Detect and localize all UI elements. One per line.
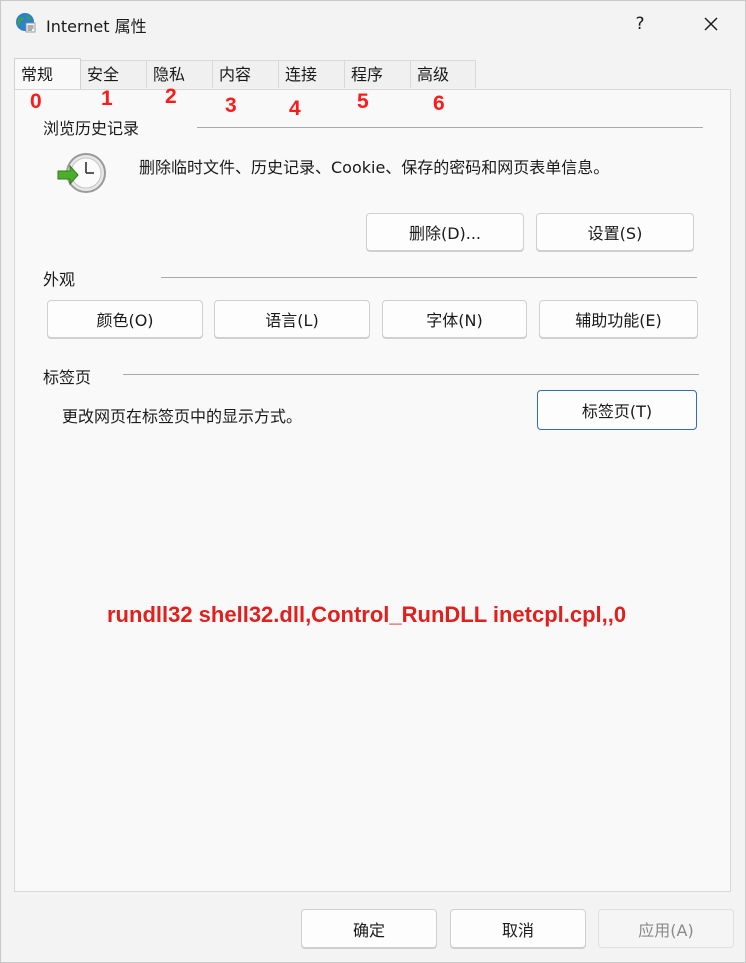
general-tab-panel: 0 1 2 3 4 5 6 浏览历史记录 删除临时文件、历史记录、Cookie、… — [14, 85, 731, 892]
appearance-heading: 外观 — [43, 270, 76, 289]
browsing-history-description: 删除临时文件、历史记录、Cookie、保存的密码和网页表单信息。 — [139, 158, 610, 177]
colors-button[interactable]: 颜色(O) — [47, 300, 203, 338]
tab-programs[interactable]: 程序 — [344, 60, 411, 88]
tab-number-annotation: 0 — [30, 90, 42, 113]
tab-number-annotation: 1 — [101, 87, 113, 110]
tabs-heading: 标签页 — [43, 368, 92, 387]
browsing-history-heading: 浏览历史记录 — [43, 119, 140, 138]
tab-connections[interactable]: 连接 — [278, 60, 345, 88]
tabs-settings-button[interactable]: 标签页(T) — [537, 390, 697, 430]
window-title: Internet 属性 — [46, 17, 147, 36]
tabs-description: 更改网页在标签页中的显示方式。 — [62, 407, 303, 426]
close-button[interactable] — [693, 9, 729, 39]
tab-number-annotation: 5 — [357, 90, 369, 113]
tab-number-annotation: 6 — [433, 92, 445, 115]
internet-globe-icon — [16, 13, 36, 33]
tab-privacy[interactable]: 隐私 — [146, 60, 213, 88]
internet-properties-window: Internet 属性 ? 常规 安全 隐私 内容 连接 程序 高级 0 1 2… — [0, 0, 746, 963]
tab-advanced[interactable]: 高级 — [410, 60, 476, 88]
fonts-button[interactable]: 字体(N) — [382, 300, 527, 338]
apply-button[interactable]: 应用(A) — [598, 909, 734, 948]
group-divider — [161, 277, 697, 278]
tab-strip: 常规 安全 隐私 内容 连接 程序 高级 — [14, 58, 734, 90]
group-divider — [123, 374, 699, 375]
ok-button[interactable]: 确定 — [301, 909, 437, 948]
tab-content[interactable]: 内容 — [212, 60, 279, 88]
tab-number-annotation: 3 — [225, 94, 237, 117]
tab-security[interactable]: 安全 — [80, 60, 147, 88]
history-clock-icon — [57, 153, 106, 193]
command-annotation: rundll32 shell32.dll,Control_RunDLL inet… — [107, 602, 627, 627]
tab-general[interactable]: 常规 — [14, 58, 81, 89]
languages-button[interactable]: 语言(L) — [214, 300, 370, 338]
settings-button[interactable]: 设置(S) — [536, 213, 694, 251]
accessibility-button[interactable]: 辅助功能(E) — [539, 300, 698, 338]
help-button[interactable]: ? — [622, 9, 658, 39]
title-bar: Internet 属性 ? — [1, 1, 745, 47]
group-divider — [197, 127, 703, 128]
cancel-button[interactable]: 取消 — [450, 909, 586, 948]
tab-number-annotation: 2 — [165, 85, 177, 108]
close-icon — [704, 17, 718, 31]
delete-button[interactable]: 删除(D)... — [366, 213, 524, 251]
tab-number-annotation: 4 — [289, 97, 301, 120]
